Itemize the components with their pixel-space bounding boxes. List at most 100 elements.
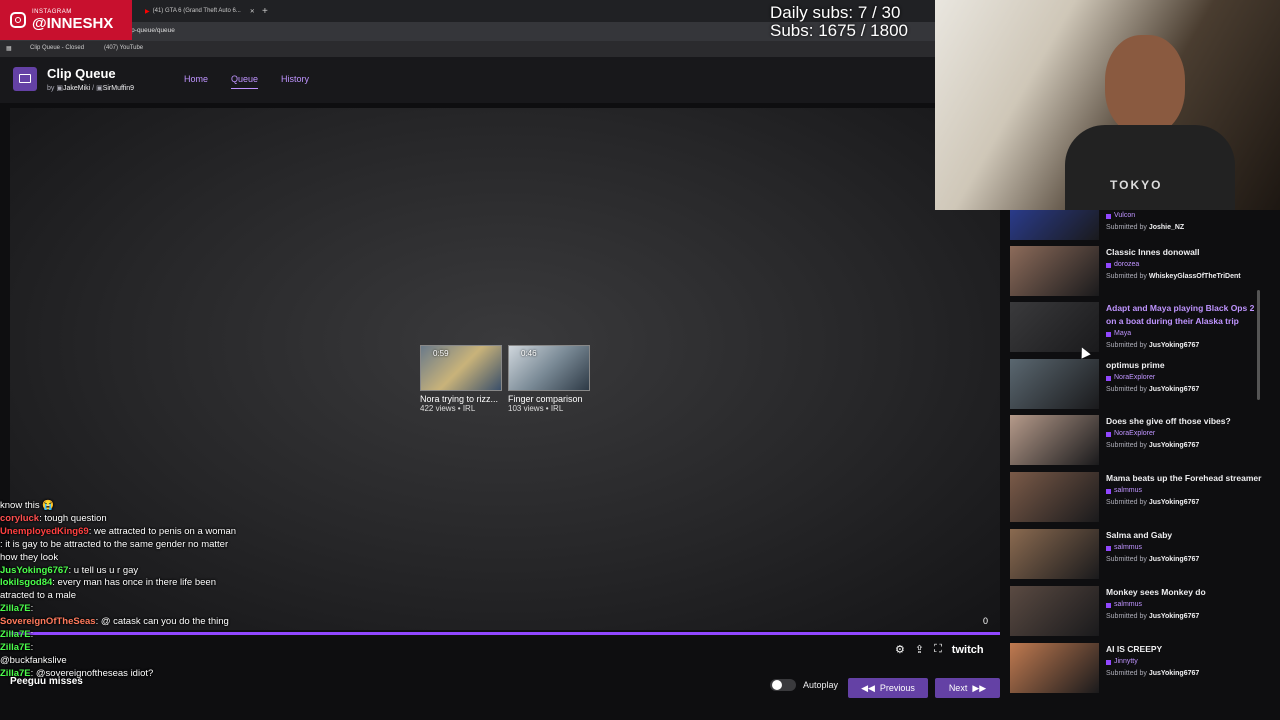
close-icon[interactable]: ✕ xyxy=(250,8,255,15)
queue-item-thumbnail xyxy=(1010,246,1099,296)
twitch-icon xyxy=(1106,659,1111,665)
stream-chat-overlay: know this 😭 coryluck: tough question Unemp… xyxy=(0,500,240,681)
submitted-prefix: Submitted by xyxy=(1106,556,1147,563)
queue-item-title: Salma and Gaby xyxy=(1106,530,1173,540)
twitch-icon xyxy=(1106,262,1111,268)
queue-item[interactable]: Adapt and Maya playing Black Ops 2 on a … xyxy=(1010,302,1265,354)
queue-item[interactable]: AI IS CREEPY Jinnytty Submitted by JusYoki… xyxy=(1010,643,1265,695)
submitted-prefix: Submitted by xyxy=(1106,670,1147,677)
queue-item-submitter: Submitted by JusYoking6767 xyxy=(1106,384,1264,395)
streamer-shirt xyxy=(1065,125,1235,210)
chat-text: : tough question xyxy=(39,512,107,524)
queue-item-author: salmmus xyxy=(1106,485,1264,497)
previous-label: Previous xyxy=(879,683,915,693)
queue-item-submitter: Submitted by WhiskeyGlassOfTheTriDent xyxy=(1106,271,1264,282)
chat-username[interactable]: JusYoking6767 xyxy=(0,565,68,576)
chat-username[interactable]: UnemployedKing69 xyxy=(0,526,89,537)
nav-queue[interactable]: Queue xyxy=(231,74,259,89)
twitch-icon xyxy=(1106,602,1111,608)
queue-item-author: Maya xyxy=(1106,328,1264,340)
queue-item-submitter: Submitted by JusYoking6767 xyxy=(1106,340,1264,351)
chat-username[interactable]: lokilsgod84 xyxy=(0,577,52,588)
queue-item-title: Mama beats up the Forehead streamer xyxy=(1106,473,1262,483)
author-link[interactable]: JakeMiki xyxy=(63,85,90,92)
twitch-logo[interactable]: twitch xyxy=(952,644,984,656)
nav-home[interactable]: Home xyxy=(184,74,208,84)
queue-item[interactable]: Salma and Gaby salmmus Submitted by JusYok… xyxy=(1010,529,1265,581)
queue-item[interactable]: Mama beats up the Forehead streamer salmm… xyxy=(1010,472,1265,524)
clip-duration: 0:46 xyxy=(521,349,537,358)
queue-item-author: salmmus xyxy=(1106,542,1264,554)
previous-button[interactable]: ◀◀ Previous xyxy=(848,678,928,698)
chat-text: : it is gay to be attracted to the same … xyxy=(0,538,229,563)
chat-message: coryluck: tough question xyxy=(0,513,240,526)
chat-username[interactable]: Zilla7E xyxy=(0,629,31,640)
apps-icon[interactable]: ▦ xyxy=(6,45,12,52)
bookmark-clip-queue[interactable]: Clip Queue - Closed xyxy=(30,45,84,51)
share-icon[interactable]: ⇪ xyxy=(915,643,924,656)
submitter-name: JusYoking6767 xyxy=(1148,386,1200,393)
user-icon: ▣ xyxy=(56,85,63,92)
chat-username[interactable]: Zilla7E xyxy=(0,642,31,653)
author-name: salmmus xyxy=(1114,487,1143,494)
chat-message: JusYoking6767: u tell us u r gay xyxy=(0,565,240,578)
fullscreen-icon[interactable]: ⛶ xyxy=(934,643,942,656)
related-clip-card[interactable]: 0:59 Nora trying to rizz... 422 views • … xyxy=(420,345,502,413)
queue-item-thumbnail xyxy=(1010,643,1099,693)
submitter-name: JusYoking6767 xyxy=(1148,342,1200,349)
toggle-knob xyxy=(772,680,782,690)
app-header xyxy=(0,57,1000,103)
queue-item-thumbnail xyxy=(1010,415,1099,465)
chat-username[interactable]: coryluck xyxy=(0,513,39,524)
related-clip-card[interactable]: 0:46 Finger comparison 103 views • IRL xyxy=(508,345,590,413)
queue-item-submitter: Submitted by Joshie_NZ xyxy=(1106,222,1264,233)
chat-username[interactable]: SovereignOfTheSeas xyxy=(0,616,96,627)
twitch-icon xyxy=(1106,331,1111,337)
chat-text: : xyxy=(30,641,34,653)
twitch-icon xyxy=(1106,545,1111,551)
queue-item[interactable]: Monkey sees Monkey do salmmus Submitted by… xyxy=(1010,586,1265,638)
bookmark-youtube[interactable]: (407) YouTube xyxy=(104,45,143,51)
browser-tab[interactable]: ▶ (41) GTA 6 (Grand Theft Auto 6... ✕ xyxy=(145,3,255,19)
clip-queue-logo-icon[interactable] xyxy=(13,67,37,91)
queue-item-submitter: Submitted by JusYoking6767 xyxy=(1106,611,1264,622)
rewind-icon: ◀◀ xyxy=(861,682,875,693)
instagram-badge: INSTAGRAM @INNESHX xyxy=(0,0,132,40)
bookmarks-bar: ▦ Clip Queue - Closed (407) YouTube xyxy=(0,41,935,57)
queue-item-thumbnail xyxy=(1010,210,1099,240)
queue-item-author: salmmus xyxy=(1106,599,1264,611)
chat-username[interactable]: Zilla7E xyxy=(0,603,31,614)
queue-item-submitter: Submitted by JusYoking6767 xyxy=(1106,440,1264,451)
submitter-name: JusYoking6767 xyxy=(1148,442,1200,449)
queue-scrollbar[interactable] xyxy=(1257,290,1260,400)
next-button[interactable]: Next ▶▶ xyxy=(935,678,1000,698)
queue-item-author: Vulcon xyxy=(1106,210,1264,222)
chat-text: : xyxy=(30,629,34,641)
related-clip-meta: 422 views • IRL xyxy=(420,404,476,413)
chat-message: Zilla7E: xyxy=(0,642,240,655)
new-tab-icon[interactable]: + xyxy=(262,3,268,19)
clip-duration: 0:59 xyxy=(433,349,449,358)
author-name: Jinnytty xyxy=(1114,658,1138,665)
next-label: Next xyxy=(948,683,968,693)
queue-item-submitter: Submitted by JusYoking6767 xyxy=(1106,497,1264,508)
nav-history[interactable]: History xyxy=(281,74,309,84)
queue-item-submitter: Submitted by JusYoking6767 xyxy=(1106,668,1264,679)
chat-overlay-text: Peeguu misses xyxy=(10,676,83,687)
author-link[interactable]: SirMuffin9 xyxy=(103,85,134,92)
queue-item[interactable]: optimus prime NoraExplorer Submitted by Ju… xyxy=(1010,359,1265,411)
author-name: dorozea xyxy=(1114,261,1140,268)
player-counter: 0 xyxy=(983,616,989,626)
autoplay-label: Autoplay xyxy=(803,680,839,690)
tab-label: (41) GTA 6 (Grand Theft Auto 6... xyxy=(152,8,241,14)
queue-item[interactable]: Does she give off those vibes? NoraExplor… xyxy=(1010,415,1265,467)
author-name: NoraExplorer xyxy=(1114,430,1156,437)
queue-item-submitter: Submitted by JusYoking6767 xyxy=(1106,554,1264,565)
queue-item-title: Adapt and Maya playing Black Ops 2 on a … xyxy=(1106,303,1255,326)
chat-message: Zilla7E: xyxy=(0,603,240,616)
settings-gear-icon[interactable]: ⚙ xyxy=(895,643,905,656)
chat-text: : we attracted to penis on a woman xyxy=(88,525,237,537)
chat-message: @buckfankslive xyxy=(0,655,240,668)
queue-item[interactable]: Classic Innes donowall dorozea Submitted b… xyxy=(1010,246,1265,298)
related-clip-thumbnail: 0:59 xyxy=(420,345,502,391)
